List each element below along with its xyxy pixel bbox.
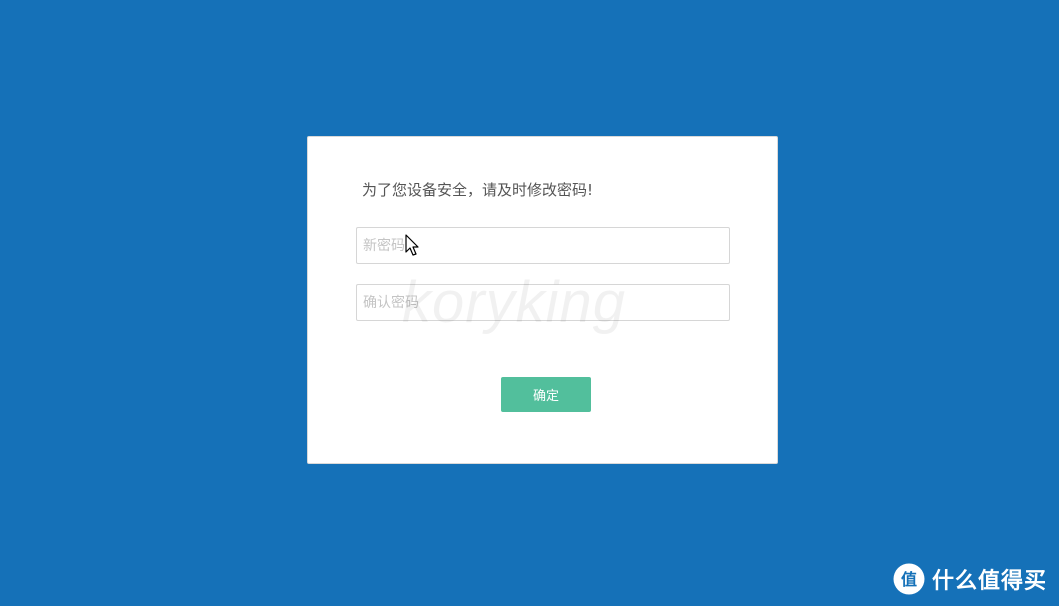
brand-name: 什么值得买 — [931, 569, 1047, 594]
brand-logo-char: 值 — [901, 570, 917, 589]
security-prompt: 为了您设备安全，请及时修改密码! — [362, 181, 594, 199]
screen-background: 为了您设备安全，请及时修改密码! koryking 确定 值 什么值得买 — [0, 0, 1059, 606]
change-password-dialog: 为了您设备安全，请及时修改密码! koryking 确定 — [307, 136, 778, 464]
smzdm-logo-icon: 值 — [893, 563, 925, 595]
brand-watermark: 值 什么值得买 — [892, 562, 1047, 596]
confirm-password-input[interactable] — [356, 284, 730, 321]
confirm-button[interactable]: 确定 — [501, 377, 591, 412]
new-password-input[interactable] — [356, 227, 730, 264]
